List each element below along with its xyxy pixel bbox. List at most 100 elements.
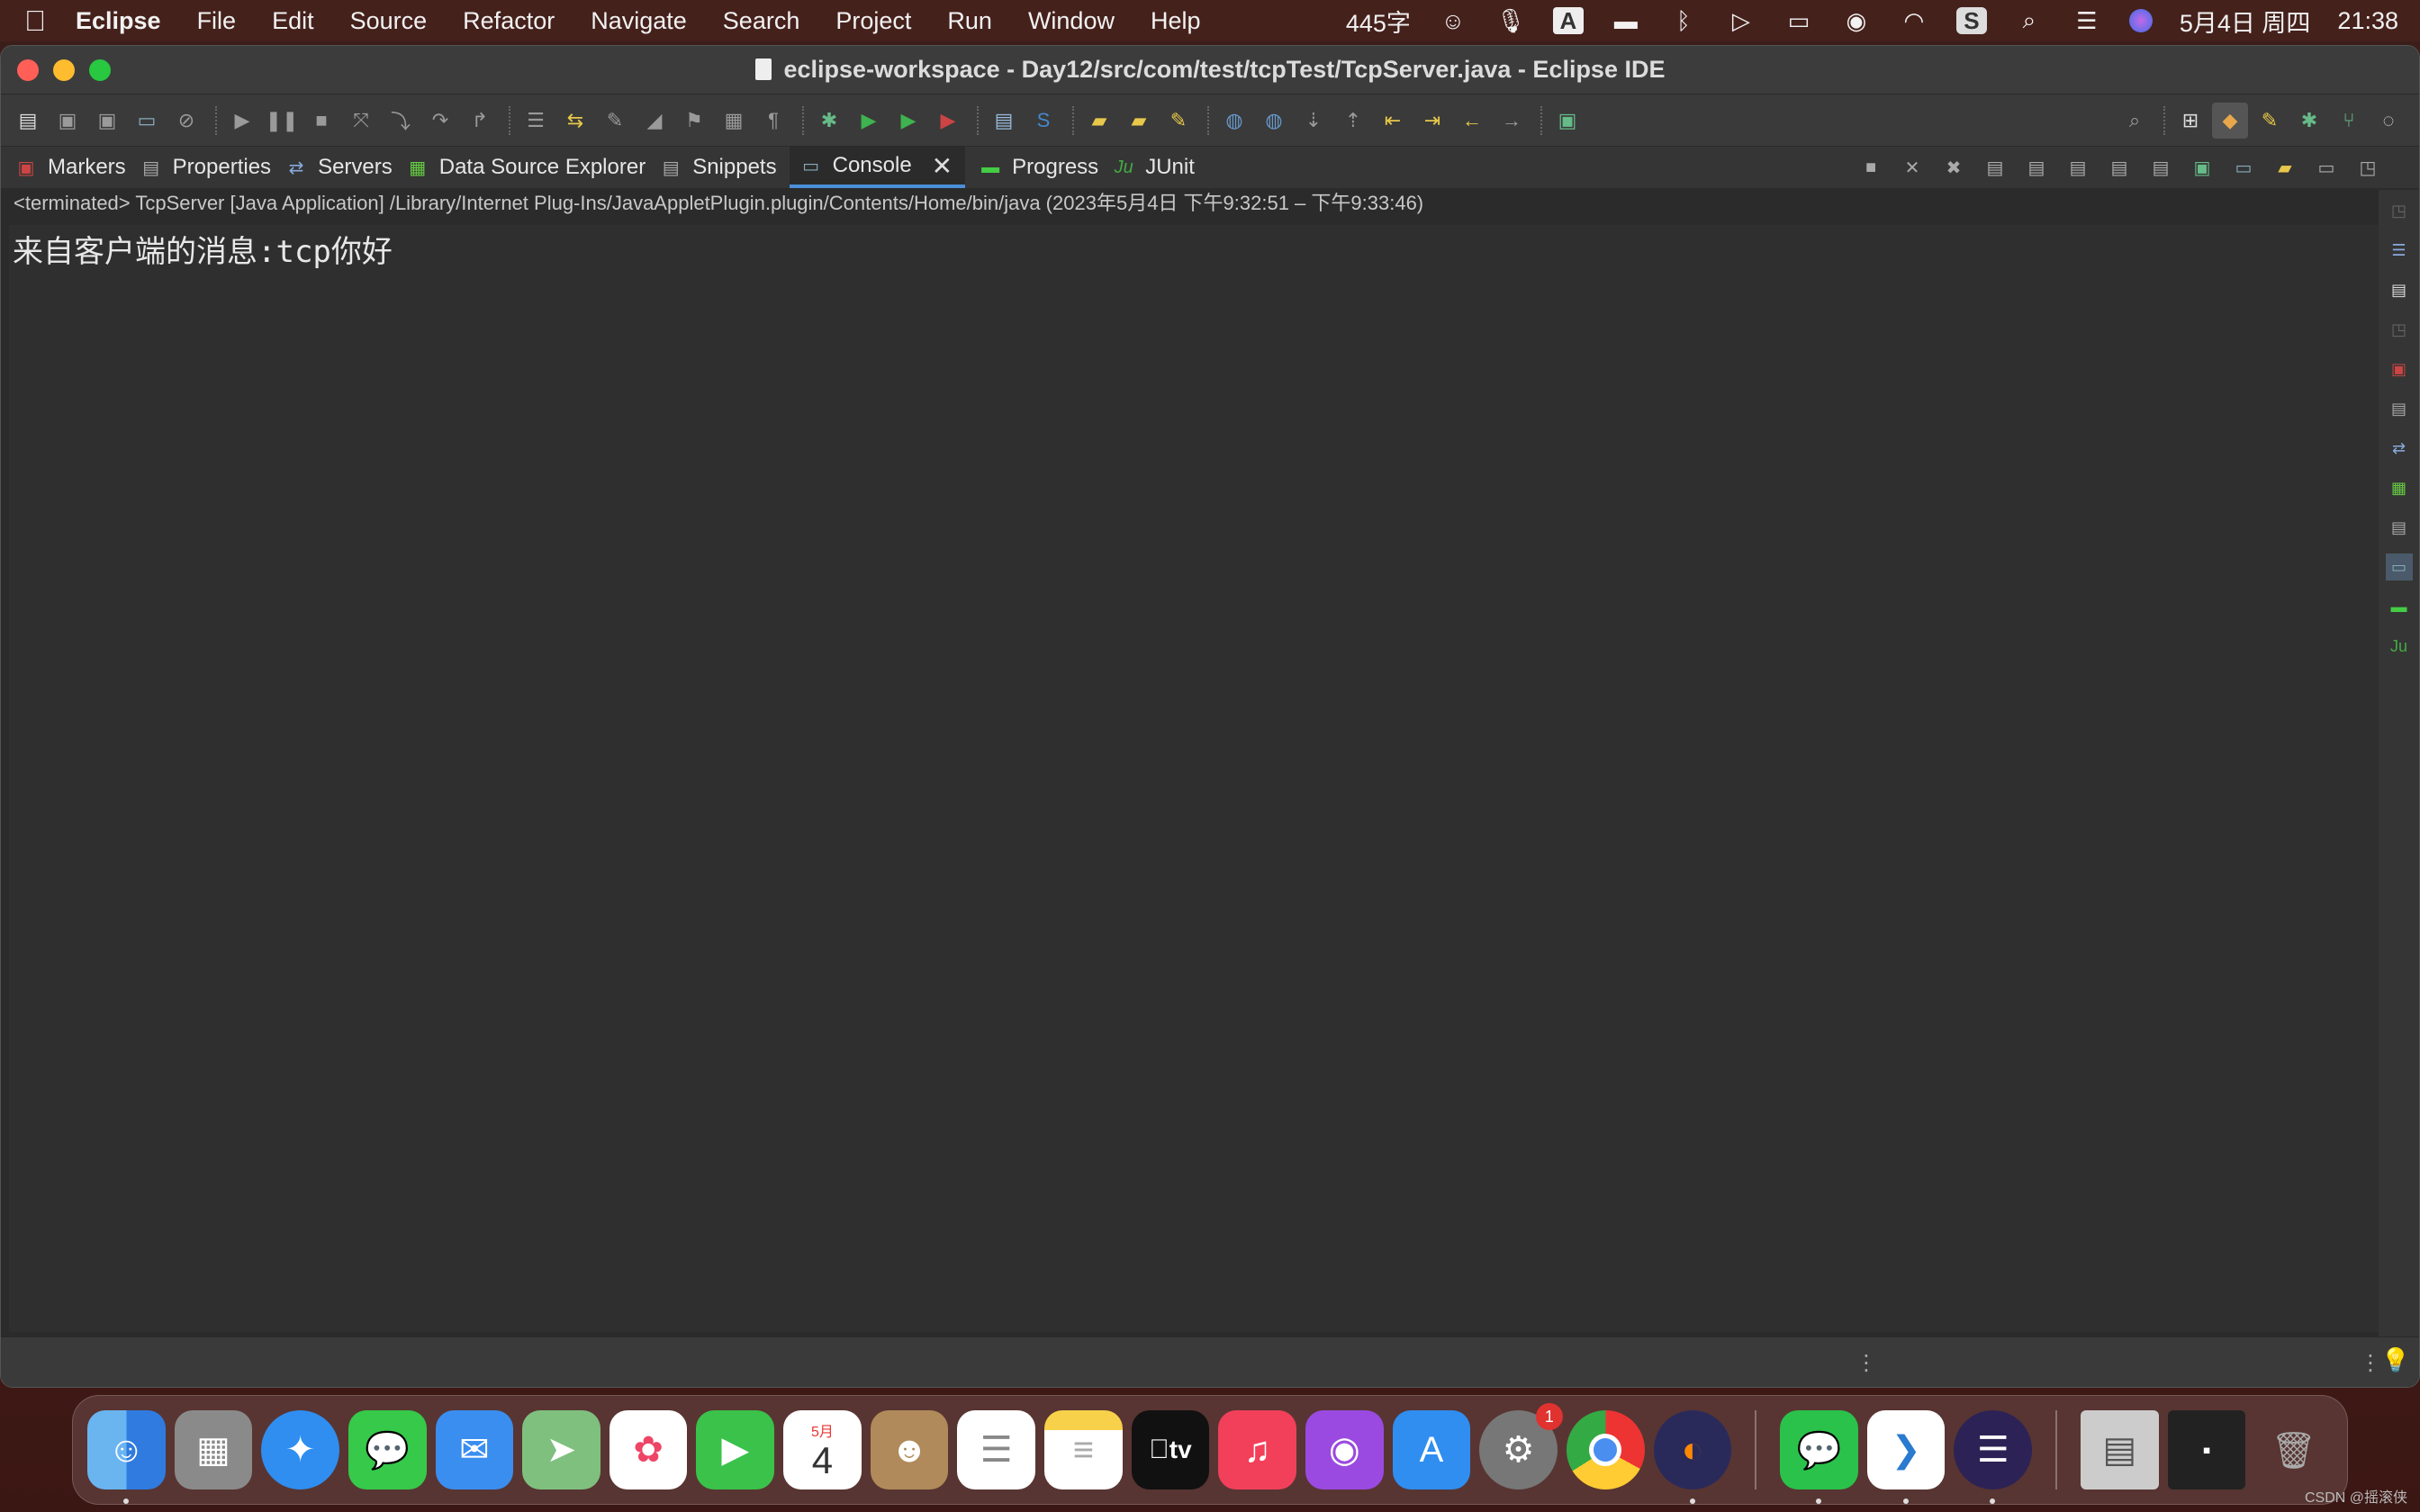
- menu-time[interactable]: 21:38: [2337, 7, 2398, 35]
- search-icon[interactable]: ⌕: [2117, 103, 2153, 139]
- wifi-icon[interactable]: ◠: [1899, 7, 1929, 34]
- input-source-icon[interactable]: A: [1552, 7, 1584, 34]
- new-java-project-icon[interactable]: ▤: [986, 103, 1022, 139]
- open-perspective-icon[interactable]: ⊞: [2172, 103, 2208, 139]
- external-tools-icon[interactable]: ▶: [930, 103, 966, 139]
- emoji-icon[interactable]: ☺: [1438, 7, 1468, 34]
- input-counter[interactable]: 445字: [1346, 4, 1411, 39]
- toggle-breadcrumb-icon[interactable]: ⚑: [676, 103, 712, 139]
- use-step-filters-icon[interactable]: ⇆: [557, 103, 593, 139]
- forward-icon[interactable]: →: [1494, 103, 1530, 139]
- maximize-icon[interactable]: ◳: [2352, 152, 2383, 183]
- siri-icon[interactable]: [2128, 9, 2153, 32]
- web-browser-icon[interactable]: ◍: [1256, 103, 1292, 139]
- clear-console-icon[interactable]: ▤: [2145, 152, 2176, 183]
- tab-servers[interactable]: ⇄ Servers: [284, 147, 405, 188]
- dock-tv[interactable]: tv: [1131, 1410, 1210, 1490]
- show-console-error-icon[interactable]: ▤: [2063, 152, 2093, 183]
- dock-launchpad[interactable]: ▦: [174, 1410, 253, 1490]
- user-icon[interactable]: ◉: [1841, 7, 1872, 34]
- tab-markers[interactable]: ▣ Markers: [14, 147, 139, 188]
- task-list-icon[interactable]: ▤: [2386, 276, 2413, 303]
- minimize-icon[interactable]: ▭: [2311, 152, 2342, 183]
- menu-file[interactable]: File: [197, 7, 237, 35]
- previous-annotation-icon[interactable]: ⇡: [1335, 103, 1371, 139]
- markers-icon[interactable]: ▣: [2386, 356, 2413, 382]
- coverage-icon[interactable]: ▶: [890, 103, 926, 139]
- dock-podcasts[interactable]: ◉: [1305, 1410, 1384, 1490]
- pin-editor-icon[interactable]: ▣: [1549, 103, 1585, 139]
- tab-snippets[interactable]: ▤ Snippets: [658, 147, 789, 188]
- remove-launch-icon[interactable]: ✕: [1897, 152, 1928, 183]
- dock-firefox[interactable]: ◐: [1653, 1410, 1732, 1504]
- open-type-icon[interactable]: ▰: [1081, 103, 1117, 139]
- snippets-icon[interactable]: ▤: [2386, 514, 2413, 541]
- dock-facetime[interactable]: ▶: [696, 1410, 775, 1490]
- microphone-icon[interactable]: 🎙: [1495, 7, 1526, 34]
- java-perspective-icon[interactable]: ✎: [2252, 103, 2288, 139]
- step-return-icon[interactable]: ↱: [462, 103, 498, 139]
- close-window-button[interactable]: [17, 58, 39, 81]
- display-selected-console-icon[interactable]: ▭: [2228, 152, 2259, 183]
- minimize-window-button[interactable]: [53, 58, 75, 81]
- toggle-highlight-icon[interactable]: ◢: [637, 103, 673, 139]
- run-icon[interactable]: ▶: [851, 103, 887, 139]
- menu-navigate[interactable]: Navigate: [591, 7, 687, 35]
- sogou-icon[interactable]: S: [1955, 7, 1987, 34]
- tab-progress[interactable]: ▬ Progress: [965, 147, 1111, 188]
- dock-vscode[interactable]: ❯: [1866, 1410, 1946, 1504]
- terminate-icon[interactable]: ■: [1856, 152, 1886, 183]
- forward-history-icon[interactable]: ⇥: [1414, 103, 1450, 139]
- console-icon[interactable]: ▭: [2385, 554, 2413, 580]
- status-grip-icon[interactable]: ⋮: [1856, 1350, 1877, 1376]
- battery-icon[interactable]: ▭: [1783, 7, 1814, 34]
- menu-refactor[interactable]: Refactor: [463, 7, 555, 35]
- show-whitespace-icon[interactable]: ¶: [755, 103, 791, 139]
- dock-notes[interactable]: ≡: [1044, 1410, 1123, 1490]
- resume-icon[interactable]: ▶: [224, 103, 260, 139]
- outline-icon[interactable]: ☰: [2386, 237, 2413, 264]
- search-tool-icon[interactable]: ✎: [1160, 103, 1196, 139]
- bed-icon[interactable]: ▬: [1611, 7, 1641, 34]
- show-console-output-icon[interactable]: ▤: [2021, 152, 2052, 183]
- dock-documents-stack[interactable]: ▤: [2081, 1410, 2159, 1490]
- junit-icon[interactable]: Ju: [2386, 633, 2413, 660]
- control-center-icon[interactable]: ☰: [2072, 7, 2102, 34]
- bluetooth-icon[interactable]: ᛒ: [1668, 7, 1699, 34]
- team-sync-icon[interactable]: ◌: [2370, 103, 2406, 139]
- menu-app-name[interactable]: Eclipse: [76, 7, 161, 35]
- menu-help[interactable]: Help: [1151, 7, 1201, 35]
- close-icon[interactable]: ✕: [932, 151, 953, 181]
- play-icon[interactable]: ▷: [1726, 7, 1756, 34]
- next-annotation-icon[interactable]: ⇣: [1296, 103, 1332, 139]
- word-wrap-icon[interactable]: ▤: [2104, 152, 2135, 183]
- dock-system-preferences[interactable]: ⚙ 1: [1479, 1403, 1563, 1490]
- debug-perspective-icon[interactable]: ✱: [2291, 103, 2327, 139]
- remove-all-terminated-icon[interactable]: ✖: [1938, 152, 1969, 183]
- drop-to-frame-icon[interactable]: ☰: [518, 103, 554, 139]
- data-source-explorer-icon[interactable]: ▦: [2386, 474, 2413, 501]
- zoom-window-button[interactable]: [89, 58, 111, 81]
- open-task-icon[interactable]: ▰: [1121, 103, 1157, 139]
- properties-icon[interactable]: ▤: [2386, 395, 2413, 422]
- new-icon[interactable]: ▤: [10, 103, 46, 139]
- java-ee-perspective-icon[interactable]: ◆: [2212, 102, 2248, 139]
- progress-icon[interactable]: ▬: [2386, 593, 2413, 620]
- dock-wechat[interactable]: 💬: [1780, 1410, 1858, 1504]
- dock-app-store[interactable]: A: [1392, 1410, 1471, 1490]
- minimized-stack-icon[interactable]: ◳: [2386, 316, 2413, 343]
- tab-data-source-explorer[interactable]: ▦ Data Source Explorer: [405, 147, 658, 188]
- dock-photos[interactable]: ✿: [609, 1410, 688, 1490]
- dock-eclipse[interactable]: ☰: [1954, 1410, 2033, 1504]
- menu-project[interactable]: Project: [835, 7, 911, 35]
- dock-trash[interactable]: 🗑: [2254, 1410, 2333, 1490]
- open-console-icon[interactable]: ▭: [129, 103, 165, 139]
- servers-icon[interactable]: ⇄: [2386, 435, 2413, 462]
- status-grip-icon[interactable]: ⋮: [2360, 1350, 2381, 1376]
- dock-safari[interactable]: ✦: [261, 1410, 339, 1490]
- dock-reminders[interactable]: ☰: [957, 1410, 1036, 1490]
- git-perspective-icon[interactable]: ⑂: [2331, 103, 2367, 139]
- last-edit-location-icon[interactable]: ⇤: [1375, 103, 1411, 139]
- suspend-icon[interactable]: ❚❚: [264, 103, 300, 139]
- dock-chrome[interactable]: [1566, 1410, 1645, 1490]
